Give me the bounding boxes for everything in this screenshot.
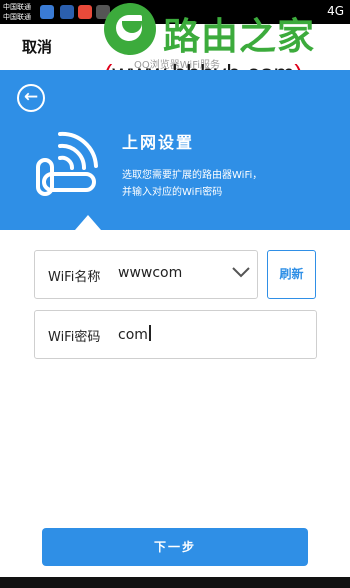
router-wifi-icon [36, 131, 98, 196]
setup-header: ← 上网设置 选取您需要扩展的路由器WiFi， 并输入对应的WiFi密码 [0, 70, 350, 230]
watermark-logo-icon [104, 3, 156, 55]
back-arrow-icon[interactable]: ← [17, 84, 45, 112]
app-notification-icon [60, 5, 74, 19]
wifi-password-field[interactable]: WiFi密码 com [34, 310, 317, 359]
text-cursor [148, 325, 151, 341]
page-title: 上网设置 [122, 133, 195, 152]
wifi-password-input[interactable]: com [118, 325, 151, 343]
network-type-label: 4G [327, 4, 344, 18]
chevron-down-icon[interactable] [231, 264, 251, 280]
header-pointer [75, 215, 101, 230]
wifi-ssid-select[interactable]: WiFi名称 wwwcom [34, 250, 258, 299]
refresh-button[interactable]: 刷新 [267, 250, 316, 299]
bottom-bar [0, 577, 350, 588]
page-description: 并输入对应的WiFi密码 [122, 187, 223, 198]
app-notification-icon [78, 5, 92, 19]
page-description: 选取您需要扩展的路由器WiFi， [122, 170, 263, 181]
cancel-button[interactable]: 取消 [22, 36, 52, 57]
app-notification-icon [40, 5, 54, 19]
next-button[interactable]: 下一步 [42, 528, 308, 566]
wifi-password-label: WiFi密码 [48, 330, 101, 345]
wifi-ssid-value: wwwcom [118, 265, 183, 281]
wifi-ssid-label: WiFi名称 [48, 270, 101, 285]
watermark-title: 路由之家 [163, 15, 315, 58]
carrier-label: 中国联通 [3, 3, 31, 11]
carrier-label: 中国联通 [3, 13, 31, 21]
